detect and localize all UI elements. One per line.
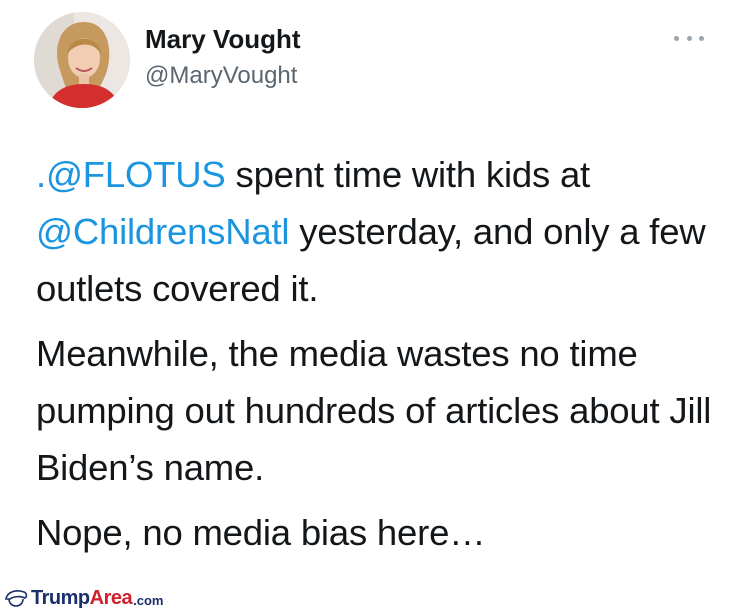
watermark-brand-part2: Area: [89, 586, 133, 609]
tweet-text-segment: spent time with kids at: [225, 154, 591, 195]
more-dot: [686, 35, 692, 41]
user-handle[interactable]: @MaryVought: [145, 60, 301, 92]
tweet-paragraph: .@FLOTUS spent time with kids at @Childr…: [36, 146, 716, 317]
more-dot: [699, 35, 704, 41]
mention-link[interactable]: .@FLOTUS: [36, 154, 226, 195]
watermark-brand-part1: Trump: [31, 586, 90, 609]
more-horizontal-icon[interactable]: [674, 30, 704, 46]
more-dot: [674, 35, 679, 41]
watermark-brand-suffix: .com: [133, 592, 164, 608]
tweet-text-segment: Nope, no media bias here…: [36, 512, 486, 553]
trump-hair-logo-icon: [5, 590, 28, 607]
avatar[interactable]: [34, 12, 130, 108]
tweet-card: Mary Vought @MaryVought .@FLOTUS spent t…: [0, 0, 740, 582]
display-name[interactable]: Mary Vought: [145, 22, 301, 56]
mention-link[interactable]: @ChildrensNatl: [36, 211, 290, 252]
tweet-paragraph: Nope, no media bias here…: [36, 504, 716, 561]
tweet-paragraph: Meanwhile, the media wastes no time pump…: [36, 325, 716, 496]
watermark: Trump Area .com: [4, 587, 163, 609]
tweet-text-segment: Meanwhile, the media wastes no time pump…: [36, 333, 712, 488]
avatar-photo: [34, 12, 130, 108]
author-info: Mary Vought @MaryVought: [145, 22, 301, 92]
tweet-text: .@FLOTUS spent time with kids at @Childr…: [36, 146, 716, 569]
